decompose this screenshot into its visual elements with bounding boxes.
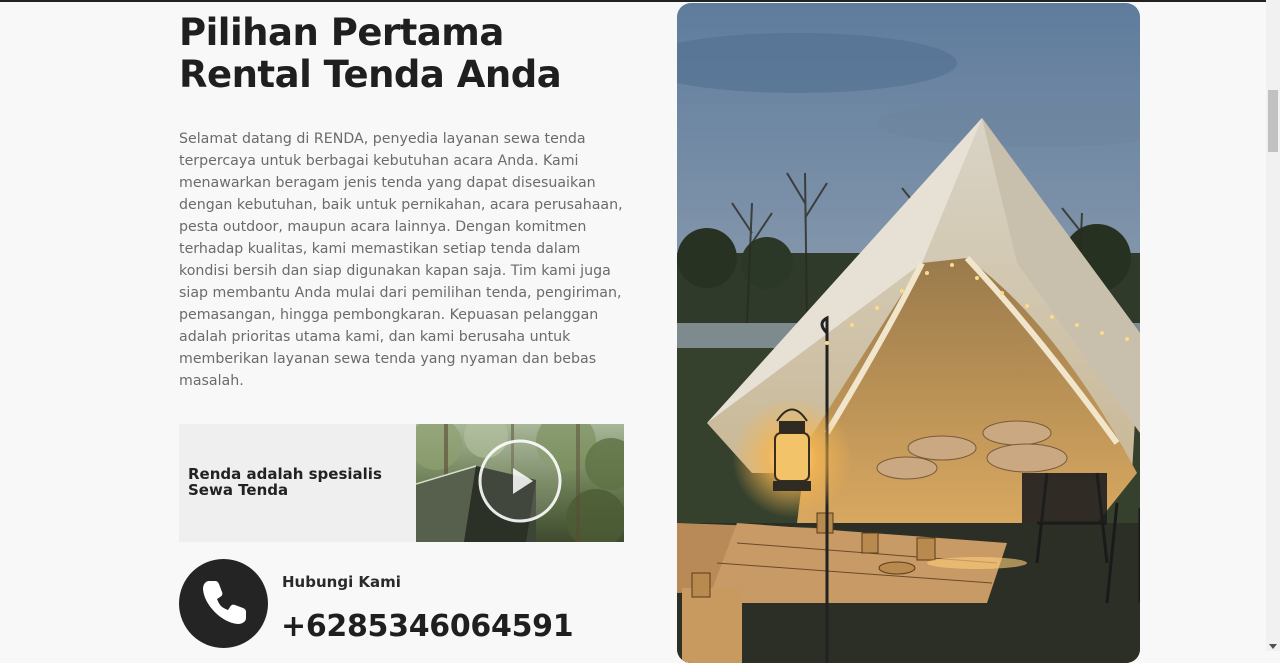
hero-tent-image bbox=[677, 3, 1140, 663]
hero-image-illustration bbox=[677, 3, 1140, 663]
phone-icon-circle[interactable] bbox=[179, 559, 268, 648]
promo-text-line2: Sewa Tenda bbox=[188, 481, 289, 499]
top-border bbox=[0, 0, 1266, 2]
intro-paragraph: Selamat datang di RENDA, penyedia layana… bbox=[179, 131, 623, 389]
contact-phone-link[interactable]: +6285346064591 bbox=[281, 609, 574, 644]
promo-card: Renda adalah spesialis Sewa Tenda bbox=[179, 424, 624, 542]
video-thumbnail[interactable] bbox=[416, 424, 624, 542]
scroll-down-arrow-icon[interactable] bbox=[1269, 644, 1277, 649]
phone-icon bbox=[203, 581, 246, 624]
page-title-line1: Pilihan Pertama bbox=[179, 11, 504, 54]
play-icon[interactable] bbox=[475, 436, 565, 526]
page-title-line2: Rental Tenda Anda bbox=[179, 53, 562, 96]
contact-label: Hubungi Kami bbox=[282, 573, 401, 591]
page-title: Pilihan Pertama Rental Tenda Anda bbox=[179, 12, 649, 96]
page-scrollbar[interactable] bbox=[1266, 0, 1280, 651]
promo-text: Renda adalah spesialis Sewa Tenda bbox=[188, 466, 408, 498]
scrollbar-thumb[interactable] bbox=[1268, 90, 1278, 152]
